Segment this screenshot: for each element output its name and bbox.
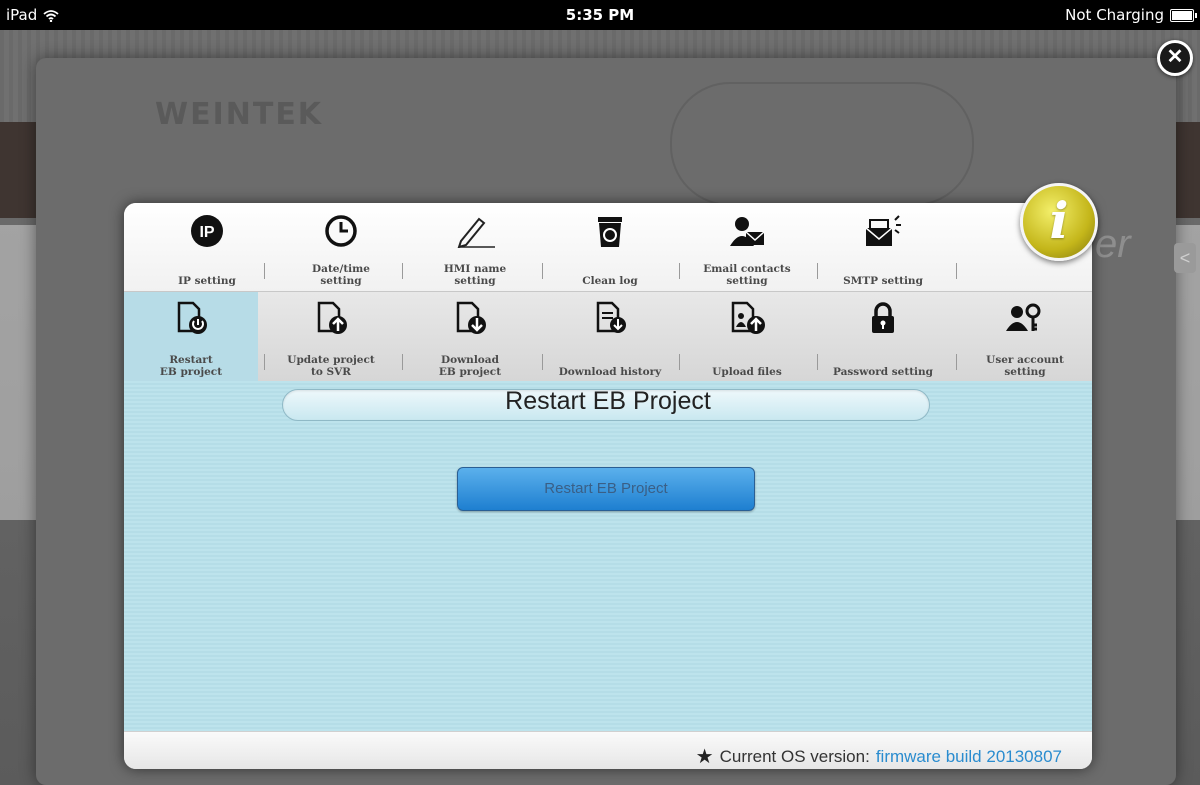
nav-label: HMI name setting <box>443 263 507 287</box>
user-key-icon <box>1006 303 1041 331</box>
nav-hmi-name-setting[interactable]: HMI name setting <box>408 203 542 291</box>
nav-download-eb-project[interactable]: Download EB project <box>403 292 537 382</box>
firmware-build: firmware build 20130807 <box>875 746 1062 766</box>
nav-datetime-setting[interactable]: Date/time setting <box>274 203 408 291</box>
separator <box>264 263 265 279</box>
separator <box>956 354 957 370</box>
cloud-graphic <box>670 82 974 206</box>
battery-icon <box>1170 8 1197 22</box>
lock-icon <box>872 302 894 333</box>
pen-icon <box>457 217 495 248</box>
nav-label: Email contacts setting <box>703 263 791 287</box>
os-version-prefix: Current OS version: <box>719 746 870 766</box>
nav-restart-eb-project[interactable]: Restart EB project <box>124 292 258 382</box>
nav-clean-log[interactable]: Clean log <box>543 203 677 291</box>
nav-row-1: IP IP setting Date/time setting HMI name… <box>124 203 1092 291</box>
download-history-icon <box>596 301 626 333</box>
background-arrow-icon: < <box>1174 243 1196 273</box>
weintek-logo: WEINTEK <box>155 97 324 132</box>
nav-password-setting[interactable]: Password setting <box>816 292 950 382</box>
svg-text:IP: IP <box>199 224 214 241</box>
nav-label: IP setting <box>178 275 236 287</box>
charging-status: Not Charging <box>1065 6 1164 24</box>
nav-smtp-setting[interactable]: SMTP setting <box>816 203 950 291</box>
nav-label: Download history <box>558 366 662 378</box>
nav-label: Restart EB project <box>159 354 223 378</box>
settings-modal: IP IP setting Date/time setting HMI name… <box>124 203 1092 769</box>
nav-update-project-to-svr[interactable]: Update project to SVR <box>264 292 398 382</box>
star-icon: ★ <box>695 746 714 768</box>
nav-label: Date/time setting <box>312 263 370 287</box>
clock-time: 5:35 PM <box>565 6 635 24</box>
nav-row-2: Restart EB project Update project to SVR… <box>124 291 1092 382</box>
info-icon[interactable]: i <box>1020 183 1098 261</box>
nav-label: Upload files <box>712 366 782 378</box>
clock-icon <box>325 215 357 247</box>
status-bar: iPad 5:35 PM Not Charging <box>0 0 1200 30</box>
nav-label: SMTP setting <box>843 275 923 287</box>
nav-user-account-setting[interactable]: User account setting <box>958 292 1092 382</box>
nav-label: Clean log <box>582 275 638 287</box>
separator <box>956 263 957 279</box>
ip-icon: IP <box>191 215 223 247</box>
background-partial-text: er <box>1095 222 1131 266</box>
footer: ★ Current OS version: firmware build 201… <box>124 731 1092 769</box>
nav-label: User account setting <box>986 354 1064 378</box>
nav-upload-files[interactable]: Upload files <box>680 292 814 382</box>
smtp-mail-icon <box>865 215 901 246</box>
separator <box>402 263 403 279</box>
upload-files-icon <box>731 301 765 334</box>
nav-label: Password setting <box>832 366 934 378</box>
os-version: ★ Current OS version: firmware build 201… <box>696 744 1062 769</box>
content-panel: Restart EB Project Restart EB Project <box>124 381 1092 731</box>
download-document-icon <box>456 301 486 334</box>
page-title: Restart EB Project <box>505 387 711 415</box>
nav-email-contacts-setting[interactable]: Email contacts setting <box>680 203 814 291</box>
restart-document-icon <box>177 301 207 334</box>
close-button[interactable]: ✕ <box>1157 40 1193 76</box>
nav-download-history[interactable]: Download history <box>543 292 677 382</box>
email-contacts-icon <box>730 217 765 246</box>
restart-eb-project-button[interactable]: Restart EB Project <box>457 467 755 511</box>
upload-document-icon <box>317 301 347 334</box>
nav-label: Download EB project <box>438 354 502 378</box>
nav-label: Update project to SVR <box>287 354 375 378</box>
recycle-bin-icon <box>598 217 622 247</box>
nav-ip-setting[interactable]: IP IP setting <box>140 203 274 291</box>
